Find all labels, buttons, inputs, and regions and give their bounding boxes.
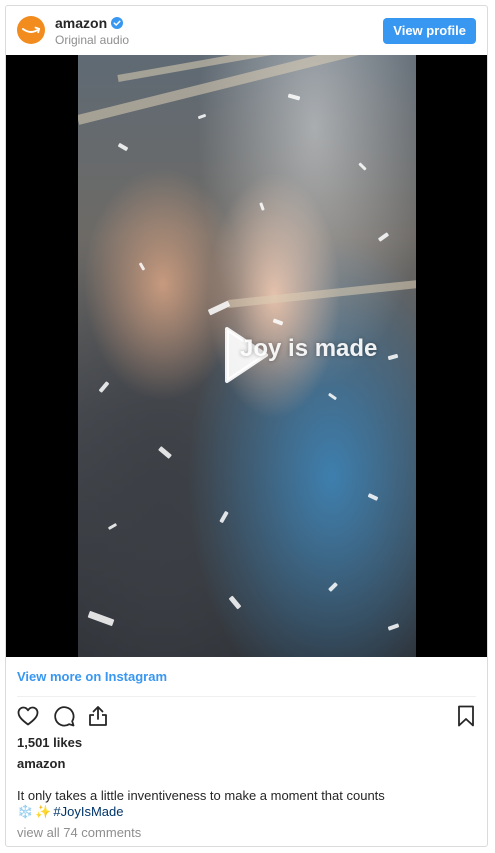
- share-icon[interactable]: [86, 704, 110, 728]
- caption-author[interactable]: amazon: [17, 756, 65, 771]
- light-beam: [227, 280, 416, 308]
- caption-text: It only takes a little inventiveness to …: [17, 788, 385, 803]
- confetti: [387, 623, 400, 631]
- hashtag-link[interactable]: #JoyIsMade: [53, 804, 123, 820]
- audio-subtitle[interactable]: Original audio: [55, 32, 129, 48]
- confetti: [219, 510, 229, 524]
- view-profile-button[interactable]: View profile: [383, 18, 476, 44]
- amazon-logo-icon: [22, 26, 41, 34]
- confetti: [138, 262, 146, 271]
- confetti: [287, 93, 301, 101]
- light-beam: [78, 55, 410, 125]
- video-frame[interactable]: Joy is made: [78, 55, 416, 657]
- account-block: amazon Original audio: [55, 15, 129, 48]
- account-row: amazon: [55, 15, 129, 31]
- confetti: [228, 595, 242, 610]
- view-all-comments-link[interactable]: view all 74 comments: [17, 825, 141, 840]
- divider: [17, 696, 476, 697]
- confetti: [358, 162, 367, 171]
- action-bar: [16, 704, 476, 728]
- confetti: [387, 353, 399, 361]
- sparkles-emoji: ✨: [35, 804, 52, 819]
- confetti: [158, 446, 172, 459]
- video-overlay-text: Joy is made: [240, 335, 378, 362]
- confetti: [207, 300, 231, 316]
- view-more-on-instagram-link[interactable]: View more on Instagram: [17, 669, 167, 684]
- confetti: [87, 610, 115, 627]
- confetti: [328, 582, 338, 592]
- confetti: [377, 232, 390, 242]
- post-caption: It only takes a little inventiveness to …: [17, 788, 457, 820]
- likes-count[interactable]: 1,501 likes: [17, 735, 82, 750]
- verified-icon: [111, 17, 124, 29]
- post-header: amazon Original audio View profile: [6, 6, 487, 55]
- confetti: [98, 381, 110, 393]
- avatar[interactable]: [17, 16, 45, 44]
- comment-icon[interactable]: [52, 704, 76, 728]
- hashtag-line: ❄️ ✨ #JoyIsMade: [17, 804, 457, 820]
- confetti: [197, 113, 207, 120]
- instagram-embed-card: amazon Original audio View profile Joy i…: [5, 5, 488, 847]
- confetti: [117, 142, 129, 152]
- video-player[interactable]: Joy is made: [6, 55, 487, 657]
- bookmark-icon[interactable]: [454, 704, 478, 728]
- heart-icon[interactable]: [16, 704, 40, 728]
- confetti: [367, 493, 379, 501]
- confetti: [327, 392, 338, 401]
- confetti: [259, 202, 265, 211]
- snowflake-emoji: ❄️: [17, 804, 34, 819]
- account-name[interactable]: amazon: [55, 15, 107, 31]
- confetti: [107, 522, 118, 531]
- confetti: [272, 318, 284, 326]
